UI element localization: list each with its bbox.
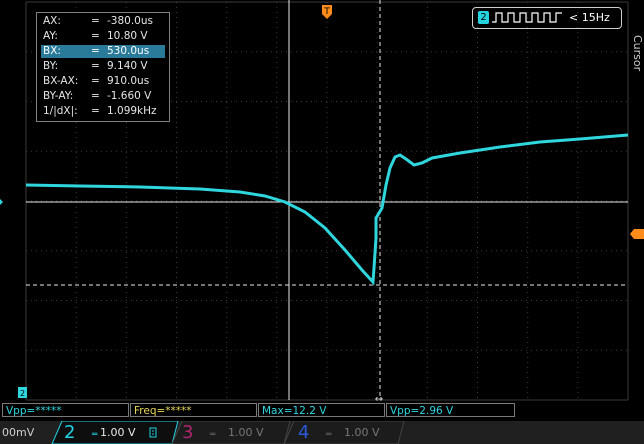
cursor-equals: = bbox=[91, 45, 100, 57]
cursor-value: 1.099kHz bbox=[107, 105, 157, 117]
cursor-label: BX-AX: bbox=[43, 75, 79, 87]
ch4-coupling-icon: ═ bbox=[325, 430, 332, 440]
trigger-info-box[interactable]: 2 < 15Hz bbox=[472, 7, 622, 29]
cursor-equals: = bbox=[91, 105, 100, 117]
trigger-condition: < 15Hz bbox=[569, 11, 610, 24]
cursor-value: 9.140 V bbox=[107, 60, 148, 72]
cursor-value: 10.80 V bbox=[107, 30, 148, 42]
measurement-freq[interactable]: Freq=***** bbox=[130, 403, 257, 417]
cursor-equals: = bbox=[91, 90, 100, 102]
cursor-equals: = bbox=[91, 75, 100, 87]
cursor-label: 1/|dX|: bbox=[43, 105, 78, 117]
cursor-row-ay: AY: = 10.80 V bbox=[41, 30, 165, 43]
ch4-number[interactable]: 4 bbox=[298, 422, 309, 443]
ch2-marker-label: 2 bbox=[20, 389, 25, 398]
cursor-row-inv-dx: 1/|dX|: = 1.099kHz bbox=[41, 105, 165, 118]
cursor-equals: = bbox=[91, 15, 100, 27]
cursor-row-bx-ax: BX-AX: = 910.0us bbox=[41, 75, 165, 88]
ch2-scale[interactable]: 1.00 V bbox=[100, 426, 136, 439]
cursor-value: 530.0us bbox=[107, 45, 150, 57]
measurement-vpp-1[interactable]: Vpp=***** bbox=[2, 403, 129, 417]
ch3-number[interactable]: 3 bbox=[182, 422, 193, 443]
ch2-number[interactable]: 2 bbox=[64, 422, 75, 443]
ch4-scale[interactable]: 1.00 V bbox=[344, 426, 380, 439]
ch3-coupling-icon: ═ bbox=[209, 430, 216, 440]
cursor-row-by-ay: BY-AY: = -1.660 V bbox=[41, 90, 165, 103]
channel-status-bar: 00mV ═ ═ ═ 2 1.00 V 3 1.00 V 4 1.00 V bbox=[0, 421, 644, 444]
measurement-vpp-2[interactable]: Vpp=2.96 V bbox=[386, 403, 515, 417]
cursor-equals: = bbox=[91, 30, 100, 42]
cursor-value: -1.660 V bbox=[107, 90, 152, 102]
ch3-scale[interactable]: 1.00 V bbox=[228, 426, 264, 439]
cursor-row-ax: AX: = -380.0us bbox=[41, 15, 165, 28]
cursor-value: -380.0us bbox=[107, 15, 153, 27]
pulse-wave-icon bbox=[492, 12, 562, 23]
cursor-menu-tab[interactable]: Cursor bbox=[629, 22, 644, 84]
trigger-channel-badge: 2 bbox=[478, 11, 489, 24]
cursor-label: BY-AY: bbox=[43, 90, 74, 102]
status-bar-tabs: ═ ═ ═ bbox=[51, 421, 405, 444]
cursor-row-bx[interactable]: BX: = 530.0us bbox=[41, 45, 165, 58]
cursor-label: AY: bbox=[43, 30, 58, 42]
cursor-equals: = bbox=[91, 60, 100, 72]
measurement-max[interactable]: Max=12.2 V bbox=[258, 403, 385, 417]
cursor-label: AX: bbox=[43, 15, 61, 27]
cursor-value: 910.0us bbox=[107, 75, 150, 87]
cursor-label: BY: bbox=[43, 60, 59, 72]
trigger-marker-label: T bbox=[323, 7, 330, 17]
cursor-readout-panel: AX: = -380.0us AY: = 10.80 V BX: = 530.0… bbox=[36, 12, 170, 122]
cursor-row-by: BY: = 9.140 V bbox=[41, 60, 165, 73]
ch2-coupling-icon: ═ bbox=[91, 430, 98, 440]
cursor-label: BX: bbox=[43, 45, 61, 57]
ch2-bottom-marker[interactable]: 2 bbox=[18, 387, 27, 398]
